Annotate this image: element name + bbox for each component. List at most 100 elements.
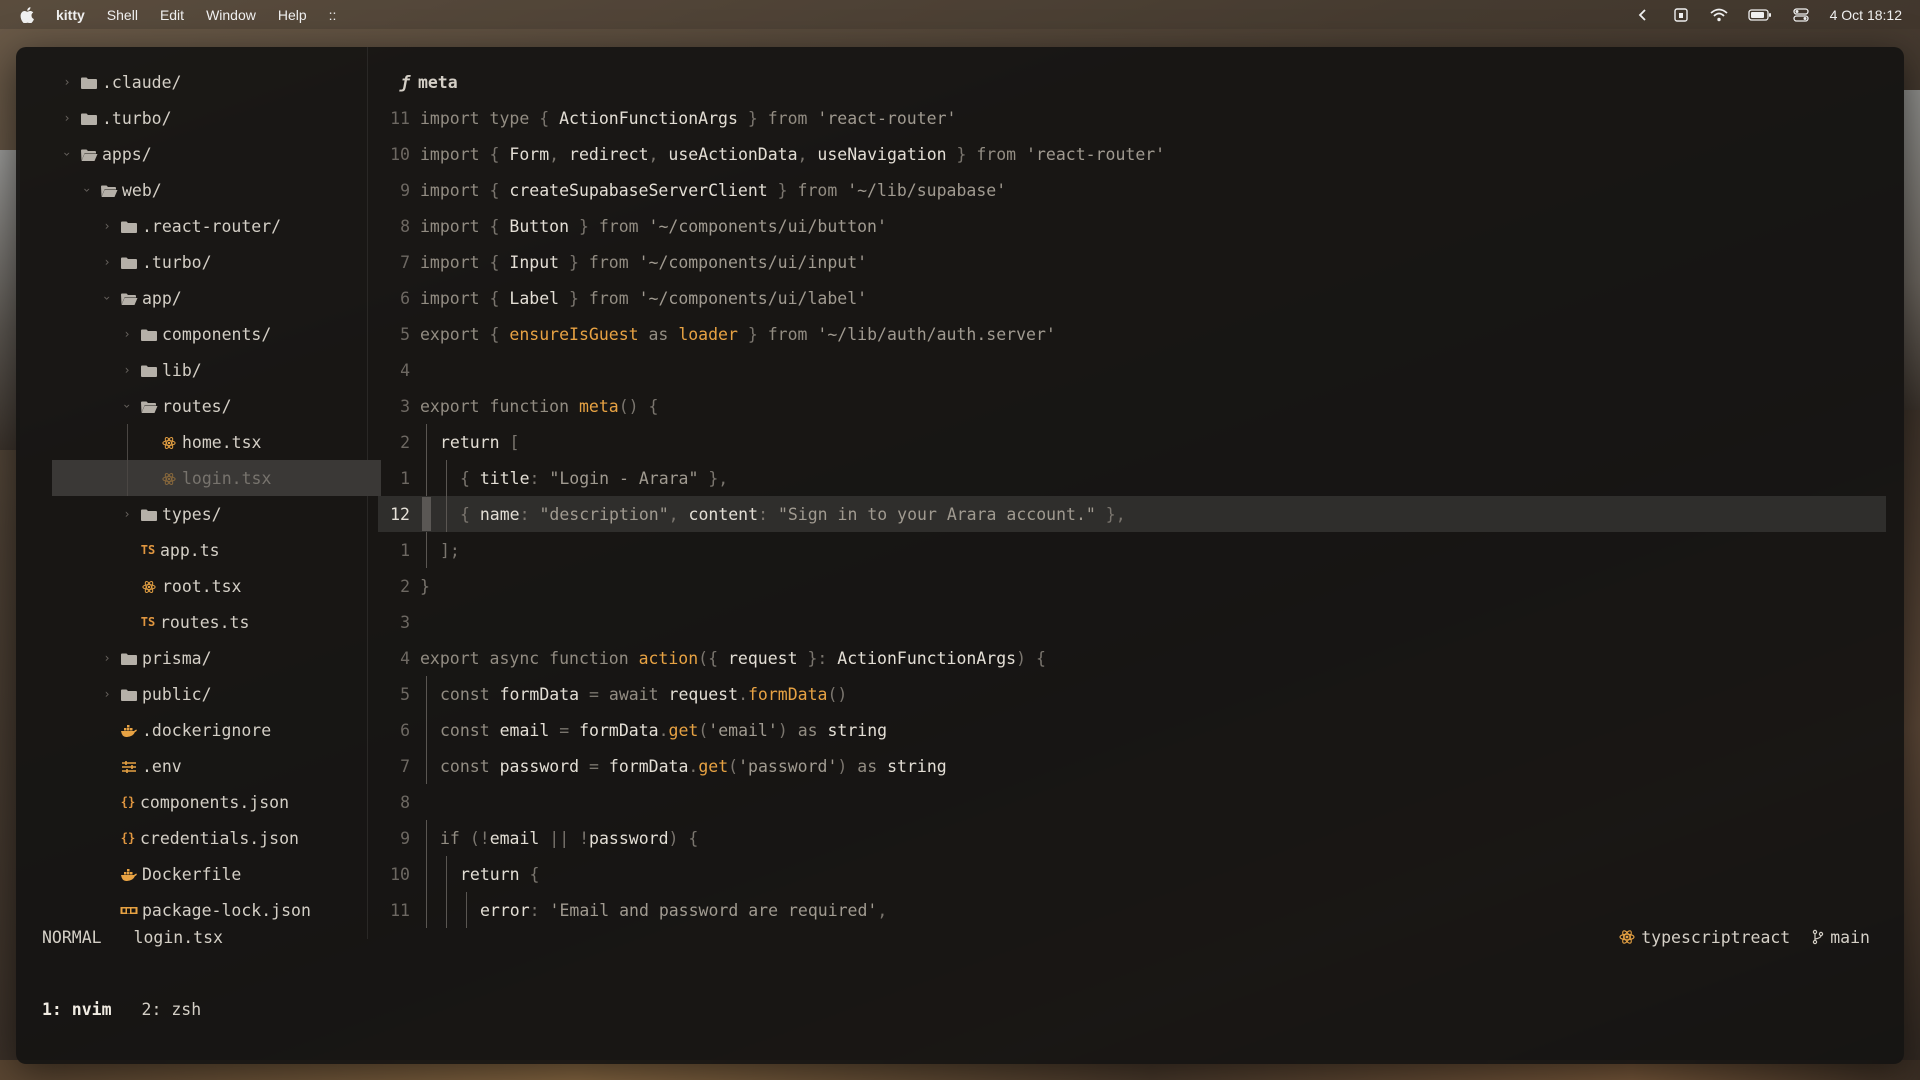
code-line[interactable]: 3	[378, 604, 1904, 640]
code-line[interactable]: 10 import { Form, redirect, useActionData…	[378, 136, 1904, 172]
code-line[interactable]: 1 { title: "Login - Arara" },	[378, 460, 1904, 496]
tree-item[interactable]: › lib/	[16, 352, 367, 388]
code-line[interactable]: 7 import { Input } from '~/components/ui/…	[378, 244, 1904, 280]
tree-item[interactable]: › prisma/	[16, 640, 367, 676]
chevron-down-icon[interactable]: ›	[60, 147, 74, 161]
chevron-right-icon[interactable]: ›	[100, 687, 114, 701]
code-line[interactable]: 3 export function meta() {	[378, 388, 1904, 424]
tree-item-label: public/	[142, 684, 212, 704]
menu-clock[interactable]: 4 Oct 18:12	[1830, 7, 1902, 23]
tree-item[interactable]: Dockerfile	[16, 856, 367, 892]
code-line[interactable]: 5 const formData = await request.formData…	[378, 676, 1904, 712]
code-line[interactable]: 4 export async function action({ request …	[378, 640, 1904, 676]
tree-item[interactable]: TS routes.ts	[16, 604, 367, 640]
control-center-icon[interactable]	[1792, 7, 1810, 22]
chevron-down-icon[interactable]: ›	[120, 399, 134, 413]
tree-item-label: .claude/	[102, 72, 182, 92]
tree-item[interactable]: › app/	[16, 280, 367, 316]
menu-item-edit[interactable]: Edit	[160, 7, 184, 23]
tab-nvim[interactable]: 1: nvim	[42, 1000, 112, 1019]
code-line[interactable]: 4	[378, 352, 1904, 388]
wifi-icon[interactable]	[1710, 8, 1728, 22]
chevron-down-icon[interactable]: ›	[80, 183, 94, 197]
code-line[interactable]: 6 const email = formData.get('email') as …	[378, 712, 1904, 748]
code-line[interactable]: 11 import type { ActionFunctionArgs } fro…	[378, 100, 1904, 136]
tree-item[interactable]: › components/	[16, 316, 367, 352]
tree-item[interactable]: › routes/	[16, 388, 367, 424]
tree-item[interactable]: › types/	[16, 496, 367, 532]
tree-item-label: .react-router/	[142, 216, 282, 236]
chevron-left-icon[interactable]	[1634, 8, 1652, 22]
chevron-right-icon[interactable]: ›	[100, 651, 114, 665]
tree-item[interactable]: {} components.json	[16, 784, 367, 820]
tree-item[interactable]: TS app.ts	[16, 532, 367, 568]
code-token: error	[480, 900, 530, 920]
tree-item-label: root.tsx	[162, 576, 242, 596]
code-line[interactable]: 2 return [	[378, 424, 1904, 460]
code-line[interactable]: 9 import { createSupabaseServerClient } f…	[378, 172, 1904, 208]
code-line[interactable]: 8	[378, 784, 1904, 820]
code-token: as	[797, 720, 828, 740]
apple-icon[interactable]	[20, 6, 34, 23]
tree-item[interactable]: {} credentials.json	[16, 820, 367, 856]
tree-item[interactable]: .dockerignore	[16, 712, 367, 748]
tree-item[interactable]: › .turbo/	[16, 100, 367, 136]
code-line[interactable]: 8 import { Button } from '~/components/ui…	[378, 208, 1904, 244]
current-line[interactable]: 12 { name: "description", content: "Sign …	[378, 496, 1886, 532]
winbar-symbol-name: meta	[417, 72, 458, 92]
chevron-right-icon[interactable]: ›	[100, 255, 114, 269]
chevron-right-icon[interactable]: ›	[120, 363, 134, 377]
code-line[interactable]: 10 return {	[378, 856, 1904, 892]
line-number: 4	[400, 360, 410, 380]
tree-item[interactable]: › .react-router/	[16, 208, 367, 244]
menu-app-name[interactable]: kitty	[56, 7, 85, 23]
chevron-down-icon[interactable]: ›	[100, 291, 114, 305]
line-number: 6	[400, 720, 410, 740]
chevron-right-icon[interactable]: ›	[100, 219, 114, 233]
menu-item-extras[interactable]: ::	[329, 7, 337, 23]
indent-guide	[426, 676, 427, 712]
tree-item[interactable]: › .claude/	[16, 64, 367, 100]
code-line[interactable]: 9 if (!email || !password) {	[378, 820, 1904, 856]
menu-item-help[interactable]: Help	[278, 7, 307, 23]
menu-item-shell[interactable]: Shell	[107, 7, 138, 23]
battery-icon[interactable]	[1747, 8, 1772, 22]
tree-item[interactable]: › public/	[16, 676, 367, 712]
code-token: get	[698, 756, 729, 776]
code-text: import type { ActionFunctionArgs } from …	[420, 109, 956, 128]
code-token: ,	[668, 504, 689, 524]
line-number: 12	[390, 504, 410, 524]
calendar-icon[interactable]	[1672, 7, 1690, 22]
tree-item[interactable]: home.tsx	[16, 424, 367, 460]
code-token: from	[588, 252, 639, 272]
tree-item[interactable]: › apps/	[16, 136, 367, 172]
chevron-right-icon[interactable]: ›	[60, 111, 74, 125]
code-line[interactable]: 6 import { Label } from '~/components/ui/…	[378, 280, 1904, 316]
tab-zsh[interactable]: 2: zsh	[142, 1000, 202, 1019]
indent-guide	[127, 460, 128, 496]
tree-item[interactable]: › .turbo/	[16, 244, 367, 280]
chevron-right-icon[interactable]: ›	[120, 327, 134, 341]
tree-item[interactable]: .env	[16, 748, 367, 784]
tree-item[interactable]: login.tsx	[52, 460, 381, 496]
tree-item[interactable]: root.tsx	[16, 568, 367, 604]
tree-item[interactable]: › web/	[16, 172, 367, 208]
code-token: ) {	[668, 828, 699, 848]
code-token: return	[460, 864, 530, 884]
code-line[interactable]: 2}	[378, 568, 1904, 604]
chevron-right-icon[interactable]: ›	[120, 507, 134, 521]
tree-item-label: routes/	[162, 396, 232, 416]
code-token: ];	[440, 540, 460, 560]
code-token: .	[738, 684, 748, 704]
code-token: from	[588, 288, 639, 308]
code-line[interactable]: 5 export { ensureIsGuest as loader } from…	[378, 316, 1904, 352]
code-token: }	[737, 324, 768, 344]
code-line[interactable]: 1];	[378, 532, 1904, 568]
code-editor[interactable]: ƒ meta 11 import type { ActionFunctionArg…	[378, 47, 1904, 939]
code-token: {	[529, 864, 540, 884]
code-line[interactable]: 7 const password = formData.get('password…	[378, 748, 1904, 784]
menu-item-window[interactable]: Window	[206, 7, 256, 23]
chevron-right-icon[interactable]: ›	[60, 75, 74, 89]
wallpaper-right	[1904, 90, 1920, 410]
code-token: "Sign in to your Arara account."	[777, 504, 1096, 524]
